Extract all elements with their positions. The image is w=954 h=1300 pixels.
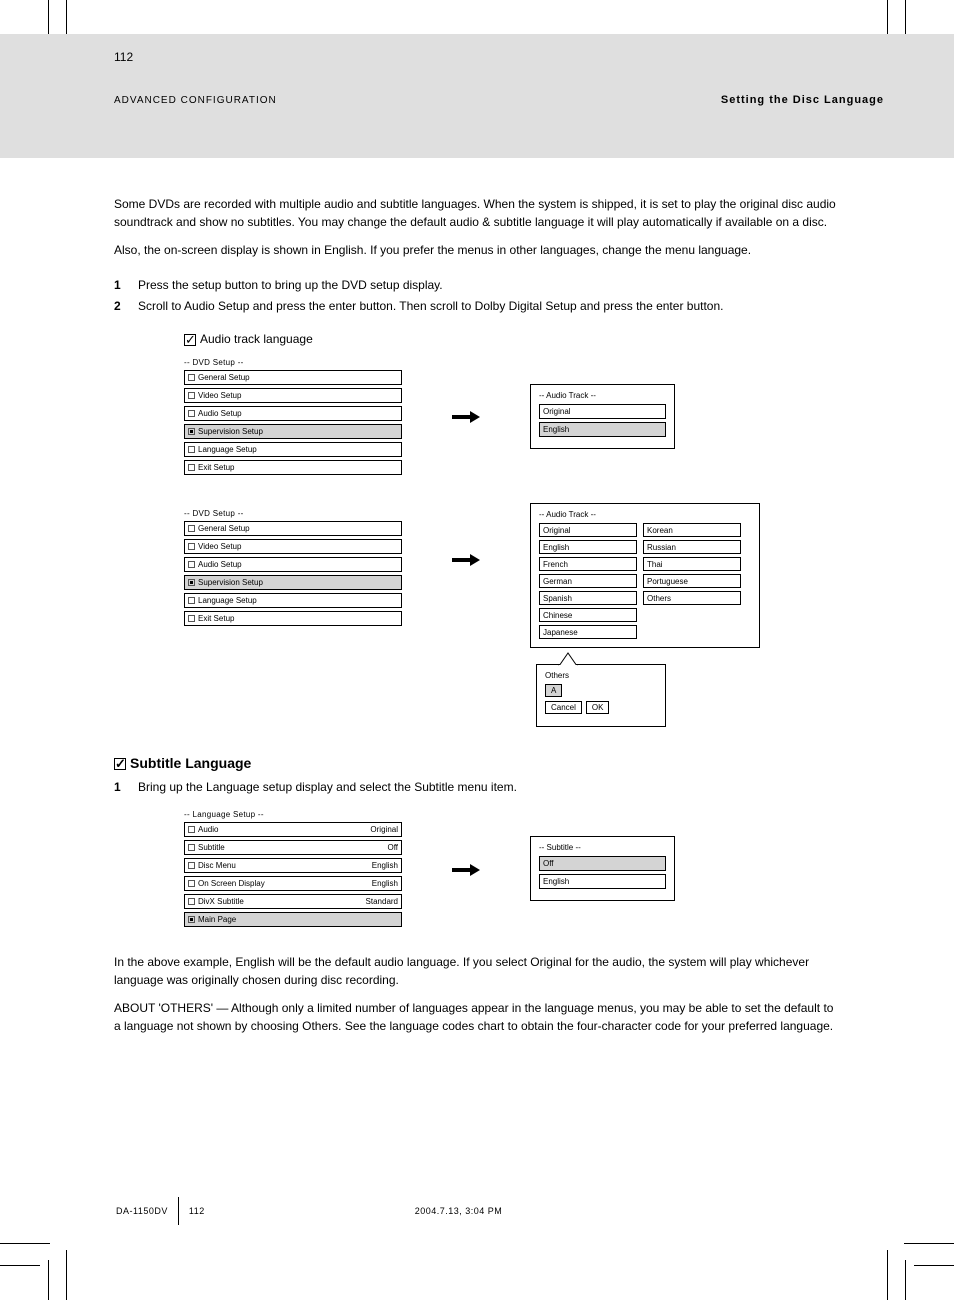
menu-row: Exit Setup bbox=[184, 460, 402, 475]
language-list-box: -- Audio Track -- OriginalEnglishFrenchG… bbox=[530, 503, 760, 648]
arrow-icon bbox=[452, 410, 480, 422]
cancel-chip: Cancel bbox=[545, 701, 582, 714]
option-row: English bbox=[539, 874, 666, 889]
closing-para-1: In the above example, English will be th… bbox=[114, 953, 840, 989]
menu-row: Video Setup bbox=[184, 539, 402, 554]
figure-row-1: -- DVD Setup -- General SetupVideo Setup… bbox=[184, 358, 840, 475]
menu-row: Disc MenuEnglish bbox=[184, 858, 402, 873]
menu-row: AudioOriginal bbox=[184, 822, 402, 837]
audio-track-box: -- Audio Track -- OriginalEnglish bbox=[530, 384, 675, 449]
dvd-setup-menu-2: -- DVD Setup -- General SetupVideo Setup… bbox=[184, 509, 402, 626]
menu-row: Exit Setup bbox=[184, 611, 402, 626]
language-option: Chinese bbox=[539, 608, 637, 622]
subtitle-box: -- Subtitle -- OffEnglish bbox=[530, 836, 675, 901]
language-option: Thai bbox=[643, 557, 741, 571]
page-number-top: 112 bbox=[114, 50, 884, 64]
menu-row: On Screen DisplayEnglish bbox=[184, 876, 402, 891]
menu-row: SubtitleOff bbox=[184, 840, 402, 855]
intro-para-1: Some DVDs are recorded with multiple aud… bbox=[114, 195, 840, 231]
menu-row: General Setup bbox=[184, 370, 402, 385]
menu-row: Language Setup bbox=[184, 442, 402, 457]
others-char-a: A bbox=[545, 684, 562, 697]
figure-row-3: -- Language Setup -- AudioOriginalSubtit… bbox=[184, 810, 840, 927]
language-option: Portuguese bbox=[643, 574, 741, 588]
others-input-box: Others A CancelOK bbox=[536, 664, 666, 727]
dvd-setup-menu-1: -- DVD Setup -- General SetupVideo Setup… bbox=[184, 358, 402, 475]
menu-row: Language Setup bbox=[184, 593, 402, 608]
language-option: Korean bbox=[643, 523, 741, 537]
language-option: French bbox=[539, 557, 637, 571]
language-option: Others bbox=[643, 591, 741, 605]
language-option: English bbox=[539, 540, 637, 554]
arrow-icon bbox=[452, 553, 480, 565]
language-option: Russian bbox=[643, 540, 741, 554]
footer-imprint: DA-1150DV 112 2004.7.13, 3:04 PM bbox=[116, 1197, 502, 1225]
language-option: Spanish bbox=[539, 591, 637, 605]
menu-row: Audio Setup bbox=[184, 406, 402, 421]
menu-row: Audio Setup bbox=[184, 557, 402, 572]
menu-row: Main Page bbox=[184, 912, 402, 927]
ok-chip: OK bbox=[586, 701, 610, 714]
closing-para-2: ABOUT 'OTHERS' — Although only a limited… bbox=[114, 999, 840, 1035]
language-option: Japanese bbox=[539, 625, 637, 639]
menu-row: DivX SubtitleStandard bbox=[184, 894, 402, 909]
option-row: Off bbox=[539, 856, 666, 871]
subtitle-step-1: 1 Bring up the Language setup display an… bbox=[114, 779, 840, 796]
language-option: German bbox=[539, 574, 637, 588]
arrow-icon bbox=[452, 863, 480, 875]
checkbox-audio-track: Audio track language bbox=[184, 332, 840, 346]
step-2: 2 Scroll to Audio Setup and press the en… bbox=[114, 298, 840, 315]
page-title: Setting the Disc Language bbox=[721, 94, 884, 106]
intro-para-2: Also, the on-screen display is shown in … bbox=[114, 241, 840, 259]
language-setup-menu: -- Language Setup -- AudioOriginalSubtit… bbox=[184, 810, 402, 927]
option-row: Original bbox=[539, 404, 666, 419]
check-icon bbox=[114, 758, 126, 770]
figure-row-2: -- DVD Setup -- General SetupVideo Setup… bbox=[184, 503, 840, 727]
menu-row: Supervision Setup bbox=[184, 575, 402, 590]
subtitle-section-title: Subtitle Language bbox=[114, 755, 840, 771]
menu-row: General Setup bbox=[184, 521, 402, 536]
language-option: Original bbox=[539, 523, 637, 537]
menu-row: Supervision Setup bbox=[184, 424, 402, 439]
step-1: 1 Press the setup button to bring up the… bbox=[114, 277, 840, 294]
section-label: ADVANCED CONFIGURATION bbox=[114, 95, 277, 106]
menu-row: Video Setup bbox=[184, 388, 402, 403]
check-icon bbox=[184, 334, 196, 346]
option-row: English bbox=[539, 422, 666, 437]
